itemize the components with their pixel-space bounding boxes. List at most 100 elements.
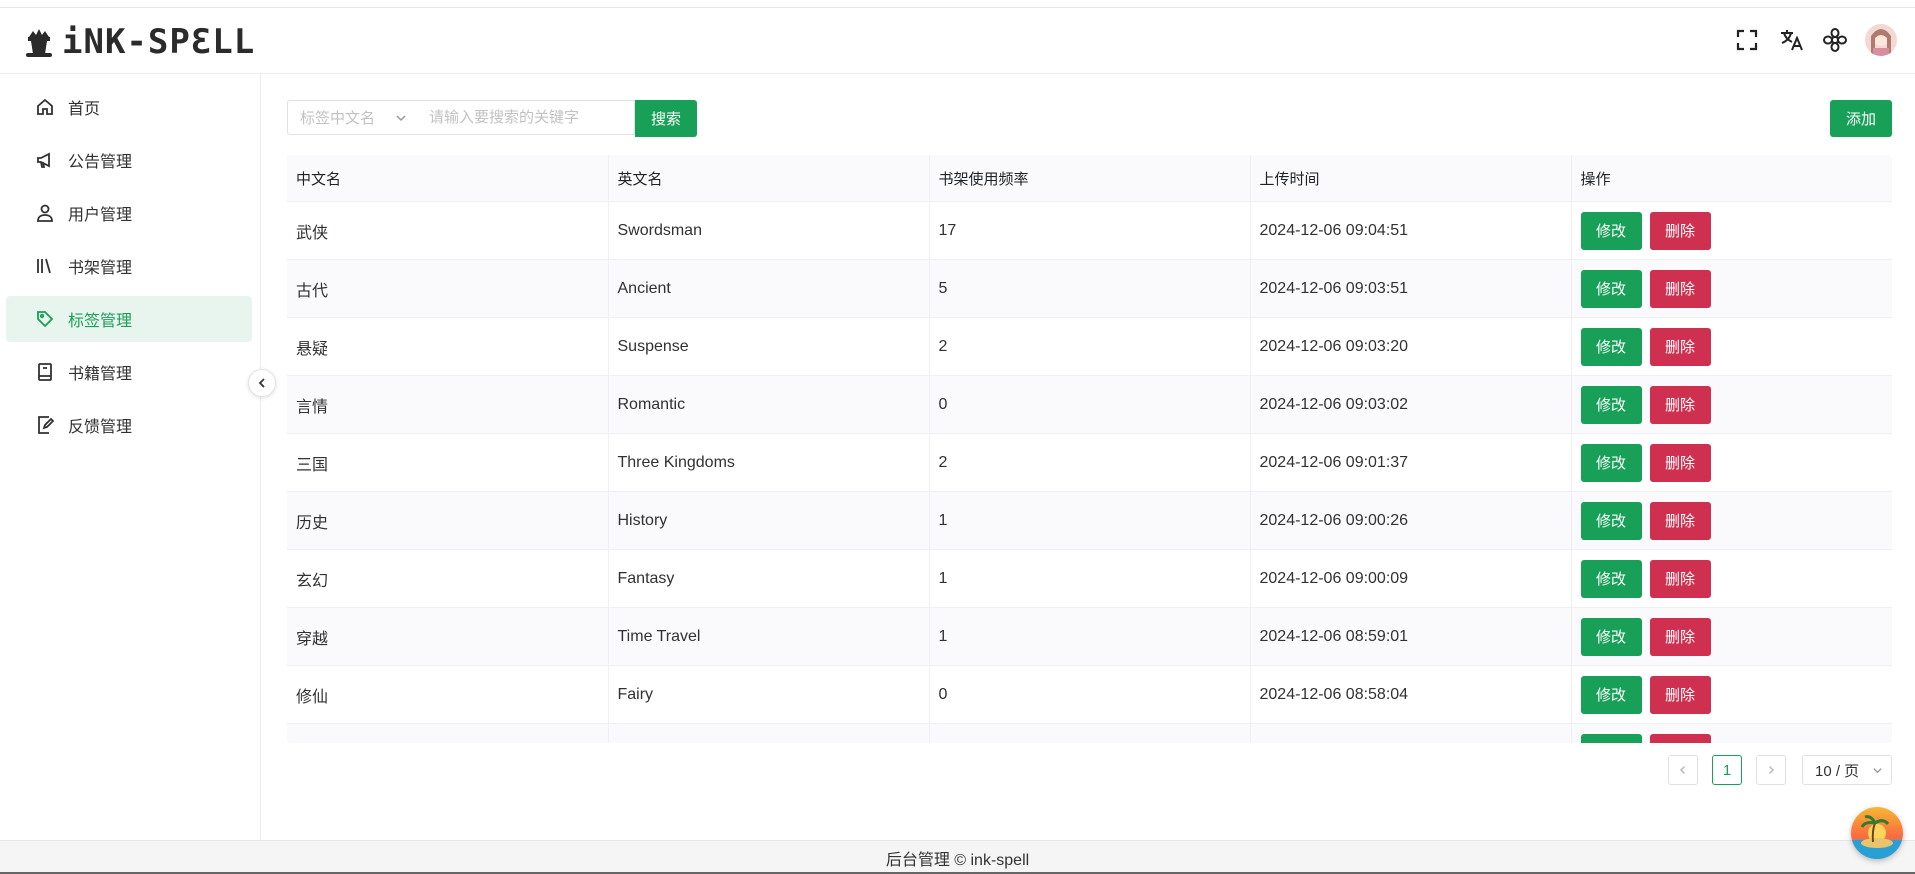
edit-button[interactable]: 修改 — [1580, 211, 1642, 250]
sidebar: 首页 公告管理 用户管理 书架管理 标签管理 书籍管理 反馈管理 — [0, 74, 261, 840]
cell-actions: 修改删除 — [1571, 491, 1892, 550]
home-icon — [34, 96, 56, 118]
delete-button[interactable]: 删除 — [1649, 327, 1711, 366]
table-row: 悬疑 Suspense 2 2024-12-06 09:03:20 修改 删除 — [287, 317, 1892, 376]
cell-frequency: 2 — [929, 433, 1251, 492]
sidebar-item-users[interactable]: 用户管理 — [6, 190, 252, 236]
sidebar-item-feedback[interactable]: 反馈管理 — [6, 402, 252, 448]
page-number-button[interactable]: 1 — [1712, 755, 1742, 785]
tag-icon — [34, 308, 56, 330]
cell-cn: 历史 — [287, 491, 609, 550]
cell-actions: 修改删除 — [1571, 433, 1892, 492]
search-button[interactable]: 搜索 — [635, 100, 697, 137]
sidebar-item-label: 用户管理 — [68, 207, 133, 224]
app-logo-text: iNK-SPƐLL — [62, 22, 256, 62]
table-row: 历史 History 1 2024-12-06 09:00:26 修改 删除 — [287, 491, 1892, 550]
edit-button[interactable]: 修改 — [1580, 733, 1642, 743]
table-row: 古代 Ancient 5 2024-12-06 09:03:51 修改 删除 — [287, 259, 1892, 318]
table-row: 修仙 Fairy 0 2024-12-06 08:58:04 修改 删除 — [287, 665, 1892, 724]
edit-button[interactable]: 修改 — [1580, 559, 1642, 598]
table-row: 重生Reborn12024-12-06 08:57:38修改删除 — [287, 723, 1892, 743]
cell-en: Reborn — [608, 723, 930, 743]
delete-button[interactable]: 删除 — [1649, 385, 1711, 424]
search-field-select[interactable]: 标签中文名 — [287, 100, 418, 135]
next-page-button[interactable] — [1756, 755, 1786, 785]
cell-cn: 修仙 — [287, 665, 609, 724]
edit-button[interactable]: 修改 — [1580, 385, 1642, 424]
table-header-row: 中文名 英文名 书架使用频率 上传时间 操作 — [287, 155, 1892, 202]
cell-frequency: 1 — [929, 723, 1251, 743]
delete-button[interactable]: 删除 — [1649, 443, 1711, 482]
delete-button[interactable]: 删除 — [1649, 733, 1711, 743]
chevron-left-icon — [1679, 765, 1686, 775]
sidebar-item-bookshelves[interactable]: 书架管理 — [6, 243, 252, 289]
column-header-frequency[interactable]: 书架使用频率 — [929, 155, 1251, 202]
edit-button[interactable]: 修改 — [1580, 675, 1642, 714]
cell-cn: 三国 — [287, 433, 609, 492]
window-top-strip — [0, 0, 1915, 8]
delete-button[interactable]: 删除 — [1649, 617, 1711, 656]
cell-cn: 言情 — [287, 375, 609, 434]
cell-upload-time: 2024-12-06 09:01:37 — [1250, 433, 1572, 492]
sidebar-collapse-button[interactable] — [248, 369, 276, 397]
delete-button[interactable]: 删除 — [1649, 211, 1711, 250]
cell-cn: 穿越 — [287, 607, 609, 666]
fullscreen-icon[interactable] — [1733, 26, 1761, 54]
cell-frequency: 17 — [929, 201, 1251, 260]
cell-cn: 玄幻 — [287, 549, 609, 608]
cell-en: Ancient — [608, 259, 930, 318]
footer-text: 后台管理 © ink-spell — [885, 851, 1030, 869]
edit-button[interactable]: 修改 — [1580, 269, 1642, 308]
sidebar-item-books[interactable]: 书籍管理 — [6, 349, 252, 395]
delete-button[interactable]: 删除 — [1649, 501, 1711, 540]
cell-actions: 修改删除 — [1571, 259, 1892, 318]
cell-upload-time: 2024-12-06 08:59:01 — [1250, 607, 1572, 666]
sidebar-item-home[interactable]: 首页 — [6, 84, 252, 130]
table-row: 三国 Three Kingdoms 2 2024-12-06 09:01:37 修改 删除 — [287, 433, 1892, 492]
edit-button[interactable]: 修改 — [1580, 327, 1642, 366]
edit-button[interactable]: 修改 — [1580, 617, 1642, 656]
page-footer: 后台管理 © ink-spell — [0, 840, 1915, 874]
cell-en: Time Travel — [608, 607, 930, 666]
page-size-select[interactable]: 10 / 页 — [1802, 755, 1892, 785]
delete-button[interactable]: 删除 — [1649, 559, 1711, 598]
column-header-en[interactable]: 英文名 — [608, 155, 930, 202]
floating-assistant-button[interactable] — [1851, 807, 1903, 859]
cell-en: History — [608, 491, 930, 550]
cell-upload-time: 2024-12-06 09:03:20 — [1250, 317, 1572, 376]
tag-table: 中文名 英文名 书架使用频率 上传时间 操作 武侠 Swordsman 17 2024… — [287, 155, 1892, 743]
cell-upload-time: 2024-12-06 09:00:09 — [1250, 549, 1572, 608]
cell-upload-time: 2024-12-06 09:03:51 — [1250, 259, 1572, 318]
column-header-actions: 操作 — [1571, 155, 1892, 202]
app-logo[interactable]: iNK-SPƐLL — [22, 22, 255, 62]
search-input[interactable] — [417, 100, 635, 135]
cell-en: Three Kingdoms — [608, 433, 930, 492]
sidebar-item-tags[interactable]: 标签管理 — [6, 296, 252, 342]
column-header-upload-time[interactable]: 上传时间 — [1250, 155, 1572, 202]
sidebar-item-label: 反馈管理 — [68, 419, 133, 436]
delete-button[interactable]: 删除 — [1649, 675, 1711, 714]
cell-actions: 修改删除 — [1571, 665, 1892, 724]
cell-frequency: 0 — [929, 665, 1251, 724]
cell-upload-time: 2024-12-06 09:04:51 — [1250, 201, 1572, 260]
theme-flower-icon[interactable] — [1821, 26, 1849, 54]
table-row: 言情 Romantic 0 2024-12-06 09:03:02 修改 删除 — [287, 375, 1892, 434]
user-avatar[interactable] — [1865, 24, 1897, 56]
edit-button[interactable]: 修改 — [1580, 501, 1642, 540]
main-content: 标签中文名 搜索 添加 中文名 英文名 书架使用频率 上传时间 操作 武侠Swo… — [287, 100, 1892, 785]
cell-en: Suspense — [608, 317, 930, 376]
sidebar-item-label: 书籍管理 — [68, 366, 133, 383]
cell-frequency: 2 — [929, 317, 1251, 376]
translate-icon[interactable] — [1777, 26, 1805, 54]
edit-button[interactable]: 修改 — [1580, 443, 1642, 482]
search-toolbar: 标签中文名 搜索 添加 — [287, 100, 1892, 137]
prev-page-button[interactable] — [1668, 755, 1698, 785]
sidebar-item-announcements[interactable]: 公告管理 — [6, 137, 252, 183]
column-header-cn[interactable]: 中文名 — [287, 155, 609, 202]
add-button[interactable]: 添加 — [1830, 100, 1892, 137]
sidebar-item-label: 首页 — [68, 101, 101, 118]
cell-upload-time: 2024-12-06 08:58:04 — [1250, 665, 1572, 724]
delete-button[interactable]: 删除 — [1649, 269, 1711, 308]
cell-frequency: 0 — [929, 375, 1251, 434]
sidebar-item-label: 标签管理 — [68, 313, 133, 330]
